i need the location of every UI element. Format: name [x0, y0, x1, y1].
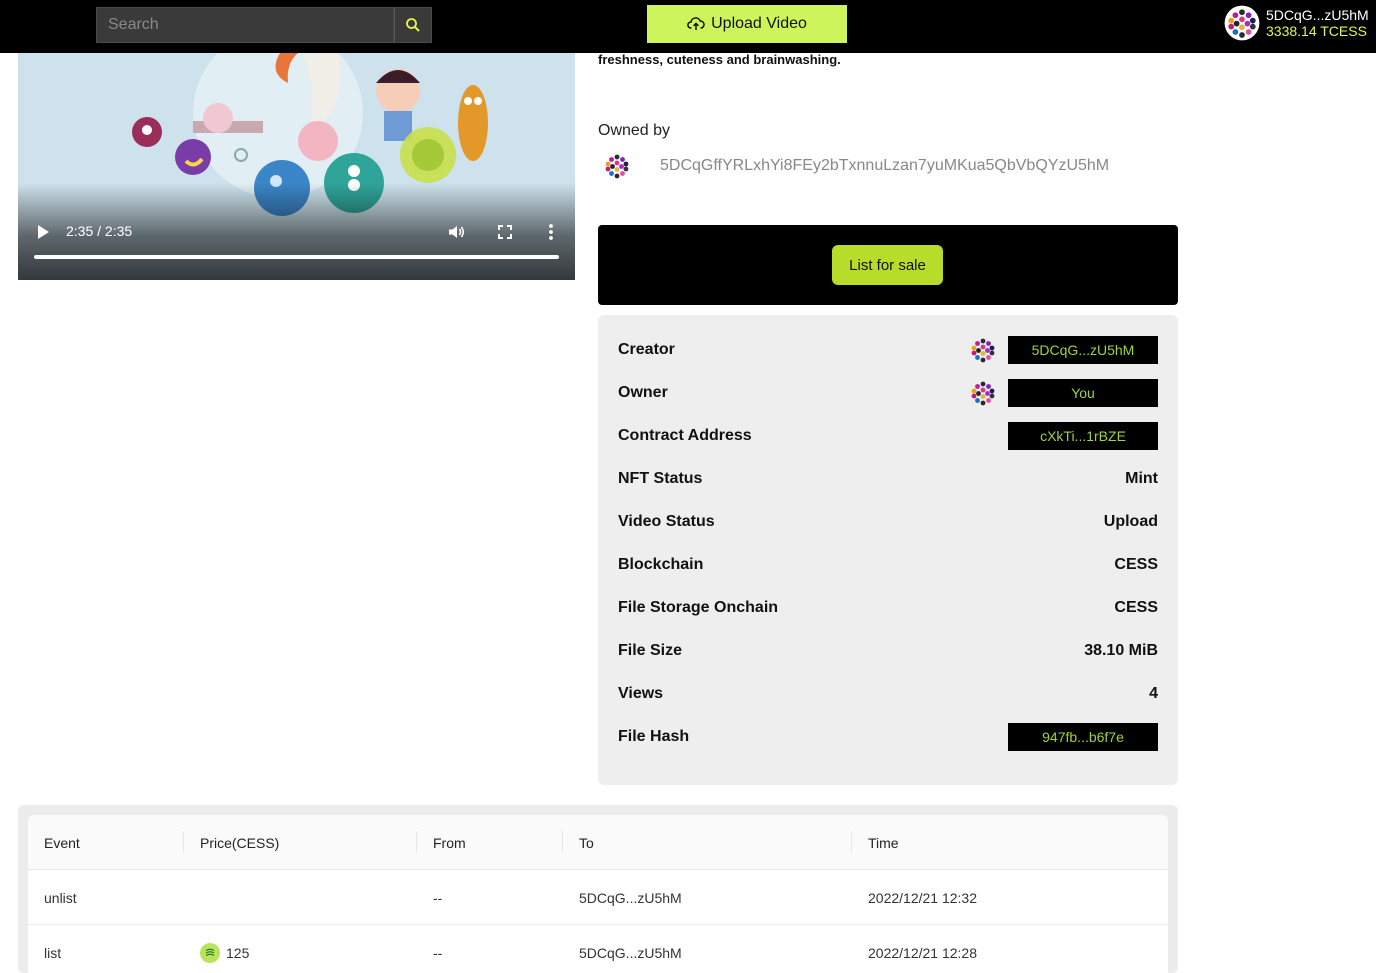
video-player[interactable]: 2:35 / 2:35: [18, 53, 575, 280]
col-event: Event: [44, 834, 80, 851]
top-bar: Upload Video 5DCqG...zU5hM 3338.14 TCESS: [0, 0, 1376, 53]
table-row: unlist -- 5DCqG...zU5hM 2022/12/21 12:32: [28, 870, 1168, 925]
volume-icon[interactable]: [446, 222, 466, 242]
detail-file-size: File Size 38.10 MiB: [618, 636, 1158, 666]
creator-avatar: [971, 338, 995, 363]
to-cell[interactable]: 5DCqG...zU5hM: [579, 870, 682, 925]
upload-video-button[interactable]: Upload Video: [647, 5, 847, 43]
detail-contract: Contract Address cXkTi...1rBZE: [618, 421, 1158, 451]
play-icon[interactable]: [38, 225, 49, 239]
search-bar: [96, 7, 432, 43]
col-separator: [562, 831, 563, 853]
avatar: [1224, 5, 1260, 41]
col-separator: [851, 831, 852, 853]
sale-panel: List for sale: [598, 225, 1178, 305]
col-separator: [416, 831, 417, 853]
video-controls: 2:35 / 2:35: [18, 219, 575, 245]
video-status-label: Video Status: [618, 513, 715, 530]
from-cell: --: [433, 944, 443, 961]
file-hash-chip[interactable]: 947fb...b6f7e: [1008, 723, 1158, 751]
col-separator: [183, 831, 184, 853]
time-cell: 2022/12/21 12:28: [868, 944, 977, 961]
event-cell: unlist: [44, 889, 77, 906]
owner-avatar: [605, 154, 629, 179]
owned-by-row: 5DCqGffYRLxhYi8FEy2bTxnnuLzan7yuMKua5QbV…: [604, 153, 1109, 179]
creator-label: Creator: [618, 341, 675, 358]
cess-coin-icon: [200, 942, 220, 963]
views-label: Views: [618, 685, 664, 702]
detail-owner: Owner You: [618, 378, 1158, 408]
col-time: Time: [868, 834, 899, 851]
blockchain-label: Blockchain: [618, 556, 704, 573]
file-size-label: File Size: [618, 642, 683, 659]
file-size-value: 38.10 MiB: [1084, 642, 1158, 659]
detail-file-hash: File Hash 947fb...b6f7e: [618, 722, 1158, 752]
details-panel: Creator 5DCqG...zU5hM Owner You Contract…: [598, 315, 1178, 785]
creator-address-chip[interactable]: 5DCqG...zU5hM: [1008, 336, 1158, 364]
contract-label: Contract Address: [618, 427, 752, 444]
cloud-upload-icon: [687, 17, 705, 30]
detail-storage: File Storage Onchain CESS: [618, 593, 1158, 623]
col-to: To: [579, 834, 594, 851]
account-menu[interactable]: 5DCqG...zU5hM 3338.14 TCESS: [1224, 5, 1369, 41]
more-options-icon[interactable]: [546, 222, 556, 242]
detail-blockchain: Blockchain CESS: [618, 550, 1158, 580]
owner-address[interactable]: 5DCqGffYRLxhYi8FEy2bTxnnuLzan7yuMKua5QbV…: [660, 157, 1109, 175]
nft-status-label: NFT Status: [618, 470, 703, 487]
file-hash-label: File Hash: [618, 728, 690, 745]
search-input[interactable]: [96, 7, 394, 43]
contract-address-chip[interactable]: cXkTi...1rBZE: [1008, 422, 1158, 450]
price-cell: 125: [200, 925, 249, 973]
video-progress-bar[interactable]: [34, 255, 559, 259]
col-price: Price(CESS): [200, 834, 280, 851]
events-panel: Event Price(CESS) From To Time unlist --…: [18, 805, 1178, 973]
storage-value: CESS: [1114, 599, 1158, 616]
search-icon: [406, 18, 420, 32]
from-cell: --: [433, 889, 443, 906]
time-display: 2:35 / 2:35: [66, 223, 133, 239]
owned-by-label: Owned by: [598, 122, 671, 139]
to-cell[interactable]: 5DCqG...zU5hM: [579, 925, 682, 973]
time-cell: 2022/12/21 12:32: [868, 889, 977, 906]
account-balance: 3338.14 TCESS: [1266, 23, 1367, 39]
detail-creator: Creator 5DCqG...zU5hM: [618, 335, 1158, 365]
search-button[interactable]: [394, 7, 432, 43]
events-table: Event Price(CESS) From To Time unlist --…: [28, 815, 1168, 973]
upload-video-label: Upload Video: [711, 15, 807, 32]
table-row: list 125 -- 5DCqG...zU5hM 2022/12/21 12:…: [28, 925, 1168, 973]
table-header: Event Price(CESS) From To Time: [28, 815, 1168, 870]
detail-video-status: Video Status Upload: [618, 507, 1158, 537]
event-cell: list: [44, 944, 62, 961]
nft-status-value: Mint: [1125, 470, 1158, 487]
owner-label: Owner: [618, 384, 668, 401]
detail-nft-status: NFT Status Mint: [618, 464, 1158, 494]
video-status-value: Upload: [1103, 513, 1158, 530]
account-name: 5DCqG...zU5hM: [1266, 7, 1369, 23]
owner-detail-avatar: [971, 381, 995, 406]
price-value: 125: [226, 944, 250, 961]
storage-label: File Storage Onchain: [618, 599, 779, 616]
blockchain-value: CESS: [1114, 556, 1158, 573]
video-description: freshness, cuteness and brainwashing.: [598, 52, 841, 67]
views-value: 4: [1149, 685, 1158, 702]
owner-chip[interactable]: You: [1008, 379, 1158, 407]
detail-views: Views 4: [618, 679, 1158, 709]
fullscreen-icon[interactable]: [496, 223, 514, 241]
col-from: From: [433, 834, 466, 851]
list-for-sale-button[interactable]: List for sale: [832, 245, 943, 285]
